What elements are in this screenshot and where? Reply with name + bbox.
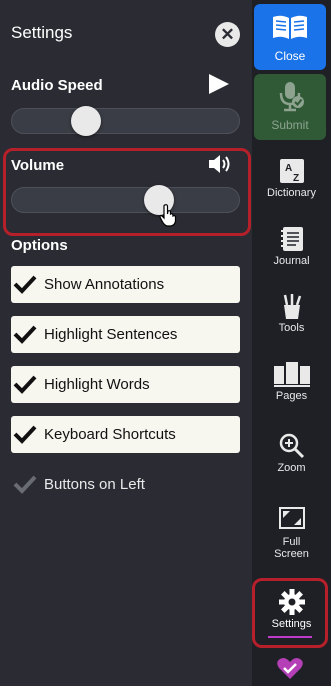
pages-label: Pages [275,390,308,402]
submit-label: Submit [271,118,309,132]
dictionary-label: Dictionary [267,187,316,199]
checkmark-icon [13,275,37,294]
option-show-annotations[interactable]: Show Annotations [11,266,240,303]
option-label: Highlight Sentences [44,326,178,343]
tools-label: Tools [278,322,305,334]
heart-check-icon[interactable] [276,656,304,680]
option-buttons-on-left[interactable]: Buttons on Left [11,466,240,503]
volume-label: Volume [11,157,65,174]
journal-label: Journal [273,255,310,267]
full-screen-label-line2: Screen [274,548,309,560]
option-highlight-words[interactable]: Highlight Words [11,366,240,403]
option-highlight-sentences[interactable]: Highlight Sentences [11,316,240,353]
full-screen-button[interactable]: Full Screen [255,504,328,560]
option-label: Buttons on Left [44,476,145,493]
book-icon [273,15,307,39]
settings-active-underline [268,636,312,638]
full-screen-label-line1: Full [282,536,301,548]
close-button[interactable]: Close [254,4,326,70]
close-panel-button[interactable]: ✕ [215,22,240,47]
audio-speed-thumb[interactable] [71,106,101,136]
pages-button[interactable]: Pages [255,360,328,402]
hand-cursor-icon [159,204,177,227]
options-label: Options [11,237,68,254]
volume-slider[interactable] [11,185,240,215]
zoom-button[interactable]: Zoom [255,432,328,474]
svg-text:Z: Z [293,173,299,184]
tools-button[interactable]: Tools [255,292,328,334]
zoom-label: Zoom [277,462,306,474]
checkmark-icon [13,325,37,344]
checkmark-icon [13,475,37,494]
submit-button[interactable]: Submit [254,74,326,140]
tools-icon [283,294,301,319]
option-label: Show Annotations [44,276,165,293]
speaker-icon[interactable] [207,153,231,175]
dictionary-button[interactable]: A Z Dictionary [255,157,328,199]
option-label: Highlight Words [44,376,150,393]
zoom-in-icon [279,433,304,459]
journal-button[interactable]: Journal [255,225,328,267]
full-screen-icon [278,507,305,529]
checkmark-icon [13,375,37,394]
play-icon[interactable] [209,74,229,94]
audio-speed-label: Audio Speed [11,77,103,94]
settings-panel: Settings ✕ Audio Speed Volume Options Sh… [0,0,252,686]
full-screen-label: Full Screen [255,536,328,560]
dictionary-icon: A Z [279,159,304,184]
option-label: Keyboard Shortcuts [44,426,176,443]
pages-icon [273,362,310,387]
checkmark-icon [13,425,37,444]
panel-title: Settings [11,23,73,42]
close-label: Close [274,49,306,63]
svg-text:A: A [285,163,292,174]
audio-speed-slider[interactable] [11,106,240,136]
microphone-check-icon [279,82,304,112]
journal-icon [280,227,303,251]
option-keyboard-shortcuts[interactable]: Keyboard Shortcuts [11,416,240,453]
